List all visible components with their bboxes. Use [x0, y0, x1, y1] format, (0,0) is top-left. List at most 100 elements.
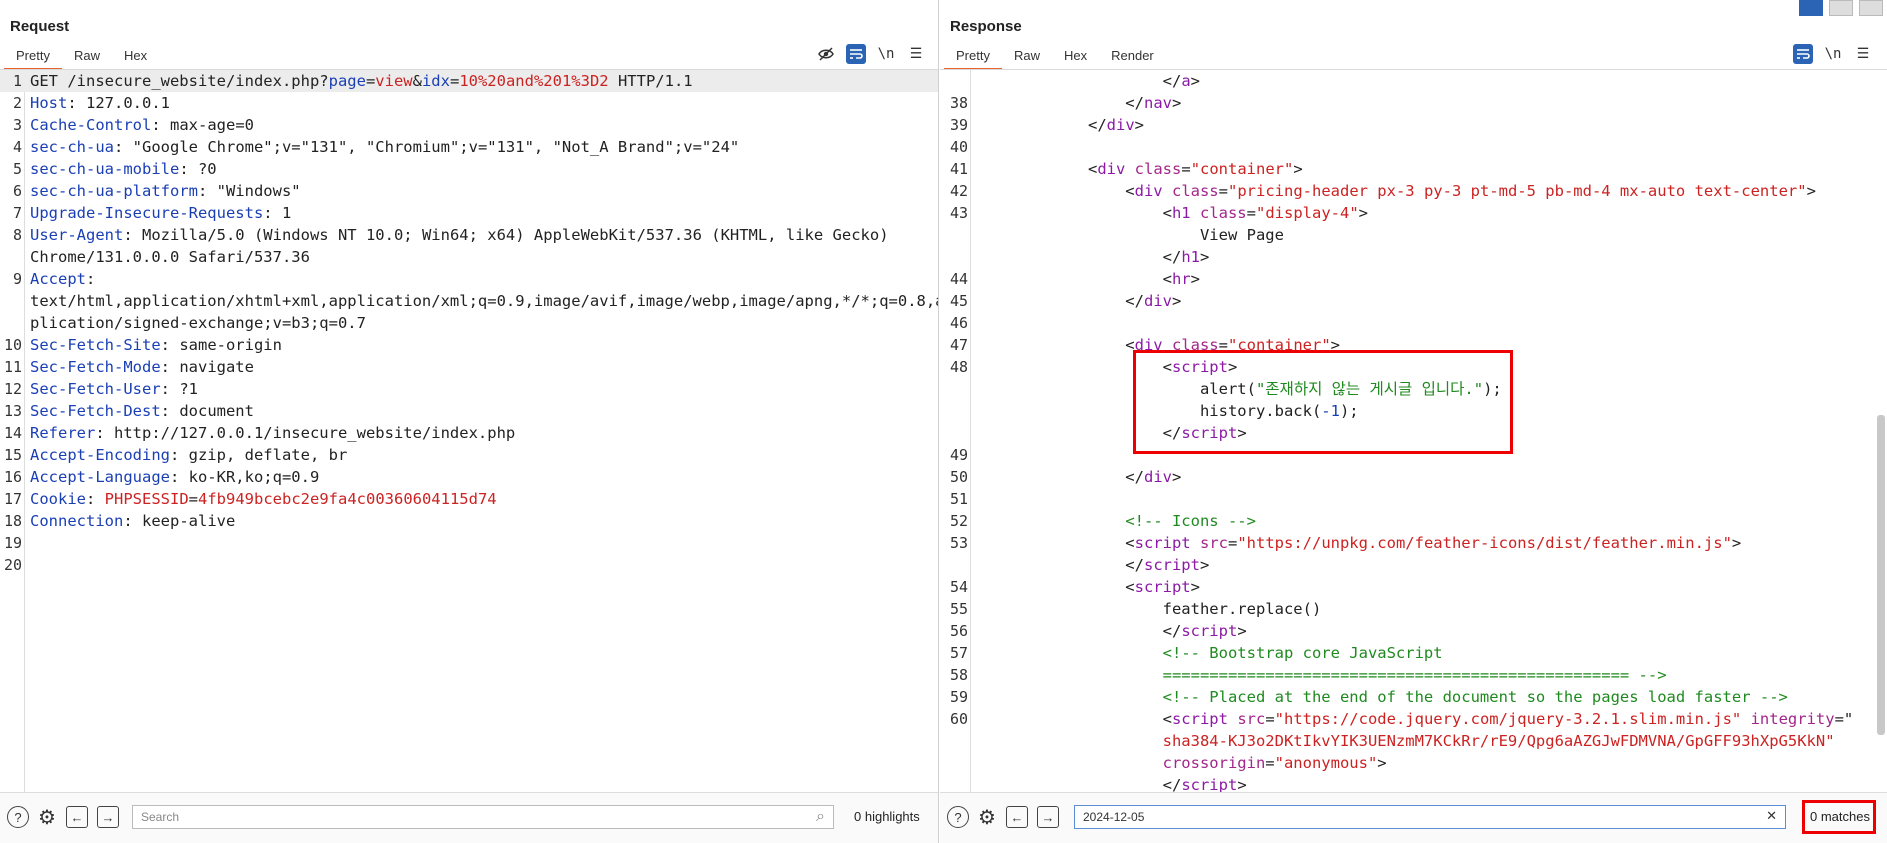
layout-tabs-icon[interactable] [1859, 0, 1883, 16]
layout-horizontal-icon[interactable] [1829, 0, 1853, 16]
code-text: Chrome/131.0.0.0 Safari/537.36 [30, 248, 310, 266]
newline-icon[interactable]: \n [1823, 44, 1843, 64]
response-search-input[interactable]: 2024-12-05 ✕ [1074, 805, 1786, 829]
request-toolbar: \n ☰ [816, 44, 926, 64]
menu-icon[interactable]: ☰ [1853, 44, 1873, 64]
request-code-line: 7 Upgrade-Insecure-Requests: 1 [0, 202, 938, 224]
line-number: 42 [949, 182, 968, 200]
response-code-line: 50 </div> [940, 466, 1887, 488]
line-number: 59 [949, 688, 968, 706]
line-number: 49 [949, 446, 968, 464]
line-number: 3 [12, 116, 22, 134]
response-code-line: </script> [940, 554, 1887, 576]
highlights-count: 0 highlights [854, 809, 920, 824]
code-text: Connection: keep-alive [30, 512, 236, 530]
code-text: </div> [976, 292, 1182, 310]
response-editor[interactable]: </a> 38 </nav> 39 </div> 40 41 <div class="c… [940, 70, 1887, 792]
tab-pretty[interactable]: Pretty [4, 46, 62, 70]
line-number: 4 [12, 138, 22, 156]
clear-icon[interactable]: ✕ [1766, 808, 1777, 824]
response-pane: Response Pretty Raw Hex Render \n ☰ </a>… [940, 0, 1887, 843]
request-code-line: plication/signed-exchange;v=b3;q=0.7 [0, 312, 938, 334]
request-code-line: text/html,application/xhtml+xml,applicat… [0, 290, 938, 312]
code-text: text/html,application/xhtml+xml,applicat… [30, 292, 938, 310]
line-number: 11 [3, 358, 22, 376]
tab-raw[interactable]: Raw [1002, 46, 1052, 68]
line-number: 12 [3, 380, 22, 398]
prev-arrow-icon[interactable]: ← [66, 806, 88, 828]
request-code-line: 13 Sec-Fetch-Dest: document [0, 400, 938, 422]
wrap-icon[interactable] [846, 44, 866, 64]
response-code-line: 60 <script src="https://code.jquery.com/… [940, 708, 1887, 730]
code-text: sec-ch-ua: "Google Chrome";v="131", "Chr… [30, 138, 740, 156]
line-number: 38 [949, 94, 968, 112]
tab-pretty[interactable]: Pretty [944, 46, 1002, 70]
eye-slash-icon[interactable] [816, 44, 836, 64]
code-text: </h1> [976, 248, 1210, 266]
request-code-line: Chrome/131.0.0.0 Safari/537.36 [0, 246, 938, 268]
line-number: 44 [949, 270, 968, 288]
response-code-line: 55 feather.replace() [940, 598, 1887, 620]
code-text: <script src="https://code.jquery.com/jqu… [976, 710, 1854, 728]
response-code-line: 57 <!-- Bootstrap core JavaScript [940, 642, 1887, 664]
code-text: Sec-Fetch-Mode: navigate [30, 358, 254, 376]
help-icon[interactable]: ? [947, 806, 969, 828]
next-arrow-icon[interactable]: → [1037, 806, 1059, 828]
tab-hex[interactable]: Hex [1052, 46, 1099, 68]
menu-icon[interactable]: ☰ [906, 44, 926, 64]
line-number: 20 [3, 556, 22, 574]
tab-raw[interactable]: Raw [62, 46, 112, 68]
line-number: 19 [3, 534, 22, 552]
code-text: </div> [976, 116, 1144, 134]
code-text: <script> [976, 578, 1200, 596]
gear-icon[interactable]: ⚙ [36, 806, 58, 829]
request-code-line: 12 Sec-Fetch-User: ?1 [0, 378, 938, 400]
code-text: </script> [976, 622, 1247, 640]
code-text: feather.replace() [976, 600, 1322, 618]
code-text: ========================================… [1162, 666, 1667, 684]
highlight-box [1133, 350, 1513, 454]
gear-icon[interactable]: ⚙ [976, 806, 998, 829]
line-number: 14 [3, 424, 22, 442]
request-search-input[interactable]: Search ⌕ [132, 805, 834, 829]
scrollbar[interactable] [1877, 415, 1885, 735]
code-text: Accept: [30, 270, 96, 288]
code-text: <script src="https://unpkg.com/feather-i… [976, 534, 1742, 552]
line-number: 8 [12, 226, 22, 244]
line-number: 56 [949, 622, 968, 640]
line-number: 15 [3, 446, 22, 464]
code-text: sec-ch-ua-platform: "Windows" [30, 182, 301, 200]
request-code-line: 20 [0, 554, 938, 576]
line-number: 7 [12, 204, 22, 222]
line-number: 55 [949, 600, 968, 618]
help-icon[interactable]: ? [7, 806, 29, 828]
line-number: 39 [949, 116, 968, 134]
code-text: View Page [976, 226, 1284, 244]
response-code-line: crossorigin="anonymous"> [940, 752, 1887, 774]
code-text: <hr> [976, 270, 1200, 288]
tab-render[interactable]: Render [1099, 46, 1166, 68]
request-code-line: 5 sec-ch-ua-mobile: ?0 [0, 158, 938, 180]
line-number: 53 [949, 534, 968, 552]
response-code-line: 51 [940, 488, 1887, 510]
response-code-line: </a> [940, 70, 1887, 92]
layout-side-by-side-icon[interactable] [1799, 0, 1823, 16]
response-toolbar: \n ☰ [1793, 44, 1873, 64]
line-number: 9 [12, 270, 22, 288]
request-code-line: 16 Accept-Language: ko-KR,ko;q=0.9 [0, 466, 938, 488]
line-number: 48 [949, 358, 968, 376]
newline-icon[interactable]: \n [876, 44, 896, 64]
response-code-line: 43 <h1 class="display-4"> [940, 202, 1887, 224]
next-arrow-icon[interactable]: → [97, 806, 119, 828]
request-editor[interactable]: 1 GET /insecure_website/index.php?page=vi… [0, 70, 938, 792]
code-text: sha384-KJ3o2DKtIkvYIK3UENzmM7KCkRr/rE9/Q… [1162, 732, 1835, 750]
code-text: Sec-Fetch-Dest: document [30, 402, 254, 420]
response-code-line: 56 </script> [940, 620, 1887, 642]
code-text: Cookie: PHPSESSID=4fb949bcebc2e9fa4c0036… [30, 490, 497, 508]
code-text: Host: 127.0.0.1 [30, 94, 170, 112]
tab-hex[interactable]: Hex [112, 46, 159, 68]
line-number: 18 [3, 512, 22, 530]
code-text: Referer: http://127.0.0.1/insecure_websi… [30, 424, 516, 442]
prev-arrow-icon[interactable]: ← [1006, 806, 1028, 828]
wrap-icon[interactable] [1793, 44, 1813, 64]
